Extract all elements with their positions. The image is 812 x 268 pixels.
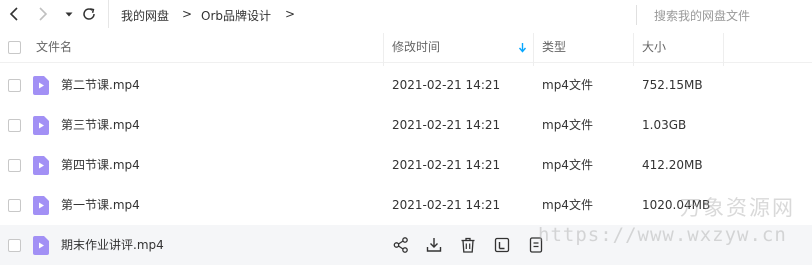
video-file-icon: [33, 196, 49, 215]
watermark-url: https://www.wxzyw.cn: [538, 224, 787, 246]
refresh-button[interactable]: [80, 5, 98, 23]
toolbar: 我的网盘 > Orb品牌设计 >: [0, 0, 812, 28]
column-header-modified[interactable]: 修改时间: [392, 33, 440, 62]
chevron-left-icon: [9, 7, 18, 21]
modified-time: 2021-02-21 14:21: [392, 118, 501, 132]
column-divider: [723, 33, 724, 66]
row-checkbox[interactable]: [8, 79, 21, 92]
modified-time: 2021-02-21 14:21: [392, 198, 501, 212]
breadcrumb-item-root[interactable]: 我的网盘: [121, 7, 169, 24]
video-file-icon: [33, 76, 49, 95]
select-all-checkbox[interactable]: [8, 41, 21, 54]
table-row[interactable]: 第二节课.mp4 2021-02-21 14:21 mp4文件 752.15MB: [0, 65, 812, 105]
row-checkbox[interactable]: [8, 239, 21, 252]
chevron-right-icon: [39, 7, 48, 21]
table-header: 文件名 修改时间 类型 大小: [0, 33, 812, 66]
column-divider: [533, 33, 534, 66]
file-type: mp4文件: [542, 198, 593, 212]
caret-down-icon: [65, 12, 73, 17]
file-name[interactable]: 期末作业讲评.mp4: [61, 225, 164, 265]
breadcrumb-separator: >: [182, 7, 193, 21]
file-name[interactable]: 第三节课.mp4: [61, 105, 140, 145]
row-checkbox[interactable]: [8, 199, 21, 212]
delete-icon[interactable]: [459, 236, 477, 254]
video-file-icon: [33, 156, 49, 175]
forward-button[interactable]: [33, 5, 51, 23]
watermark-text: 万象资源网: [680, 196, 795, 220]
file-type: mp4文件: [542, 78, 593, 92]
search-input[interactable]: [637, 6, 812, 26]
row-checkbox[interactable]: [8, 159, 21, 172]
row-checkbox[interactable]: [8, 119, 21, 132]
modified-time: 2021-02-21 14:21: [392, 78, 501, 92]
file-name[interactable]: 第二节课.mp4: [61, 65, 140, 105]
file-name[interactable]: 第四节课.mp4: [61, 145, 140, 185]
refresh-icon: [83, 8, 95, 20]
breadcrumb-separator: >: [285, 7, 296, 21]
file-type: mp4文件: [542, 118, 593, 132]
column-header-size[interactable]: 大小: [642, 33, 666, 62]
breadcrumb-item-current[interactable]: Orb品牌设计: [201, 7, 271, 24]
breadcrumb: 我的网盘 > Orb品牌设计 >: [108, 0, 295, 28]
column-divider: [633, 33, 634, 66]
table-row[interactable]: 第三节课.mp4 2021-02-21 14:21 mp4文件 1.03GB: [0, 105, 812, 145]
column-divider: [383, 33, 384, 66]
table-row[interactable]: 第四节课.mp4 2021-02-21 14:21 mp4文件 412.20MB: [0, 145, 812, 185]
file-size: 412.20MB: [642, 158, 703, 172]
file-size: 1.03GB: [642, 118, 687, 132]
sort-descending-icon[interactable]: [518, 43, 527, 53]
share-icon[interactable]: [392, 236, 410, 254]
file-size: 752.15MB: [642, 78, 703, 92]
file-name[interactable]: 第一节课.mp4: [61, 185, 140, 225]
rename-icon[interactable]: [493, 236, 511, 254]
video-file-icon: [33, 116, 49, 135]
download-icon[interactable]: [425, 236, 443, 254]
back-button[interactable]: [6, 5, 24, 23]
file-type: mp4文件: [542, 158, 593, 172]
history-dropdown-button[interactable]: [60, 5, 78, 23]
search-box: [636, 5, 812, 26]
video-file-icon: [33, 236, 49, 255]
column-header-name[interactable]: 文件名: [36, 33, 72, 62]
modified-time: 2021-02-21 14:21: [392, 158, 501, 172]
column-header-type[interactable]: 类型: [542, 33, 566, 62]
